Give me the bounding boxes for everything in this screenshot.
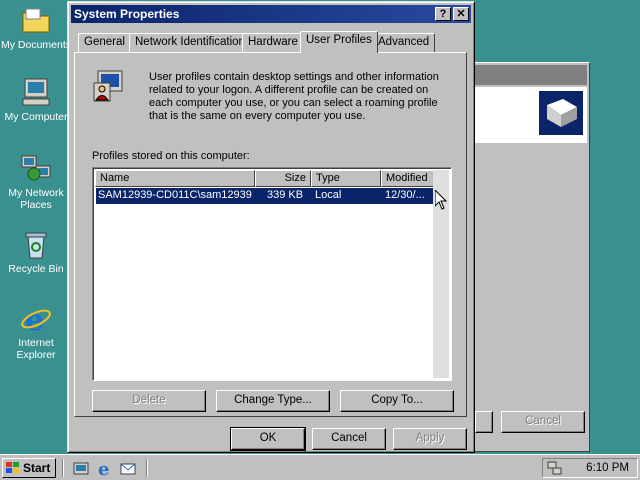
- desktop-icon-recycle-bin[interactable]: Recycle Bin: [0, 228, 72, 275]
- svg-text:e: e: [25, 303, 44, 334]
- cancel-button[interactable]: Cancel: [312, 428, 386, 450]
- tab-advanced[interactable]: Advanced: [372, 33, 436, 52]
- start-button[interactable]: Start: [2, 458, 56, 478]
- network-tray-icon[interactable]: [547, 460, 563, 476]
- desktop-icon-my-documents[interactable]: My Documents: [0, 4, 72, 51]
- dialog-title: System Properties: [74, 7, 180, 21]
- background-window[interactable]: A Cancel: [470, 62, 590, 452]
- internet-explorer-icon: e: [20, 302, 52, 338]
- help-button[interactable]: ?: [435, 7, 451, 21]
- background-window-cancel-button[interactable]: Cancel: [501, 411, 585, 433]
- profile-size-cell: 339 KB: [267, 189, 304, 201]
- ok-button[interactable]: OK: [230, 427, 306, 451]
- system-properties-dialog[interactable]: System Properties ? ✕ General Network Id…: [67, 1, 475, 453]
- dialog-titlebar[interactable]: System Properties ? ✕: [71, 5, 471, 23]
- outlook-express-icon[interactable]: [119, 459, 137, 477]
- desktop-icon-label: My Documents: [0, 39, 72, 51]
- delete-button[interactable]: Delete: [92, 390, 206, 412]
- desktop-icon-label: My Network Places: [8, 187, 64, 211]
- apply-button[interactable]: Apply: [393, 428, 467, 450]
- internet-explorer-quicklaunch-icon[interactable]: e: [96, 459, 114, 480]
- tab-general[interactable]: General: [78, 33, 131, 52]
- desktop-icon-label: Internet Explorer: [16, 337, 56, 361]
- profile-modified-cell: 12/30/...: [385, 189, 425, 201]
- computer-icon: [20, 76, 52, 108]
- desktop-icon-label: Recycle Bin: [8, 263, 64, 275]
- start-label: Start: [23, 461, 51, 475]
- profile-name-cell: SAM12939-CD011C\sam12939: [98, 189, 252, 201]
- network-icon: [20, 152, 52, 184]
- user-profiles-icon: [92, 69, 126, 103]
- windows-logo-icon: [6, 462, 20, 474]
- system-tray: 6:10 PM: [542, 458, 638, 478]
- tab-network-identification[interactable]: Network Identification: [129, 33, 251, 52]
- recycle-bin-icon: [20, 228, 52, 260]
- tab-user-profiles[interactable]: User Profiles: [300, 31, 378, 53]
- svg-text:e: e: [98, 459, 109, 477]
- taskbar-separator: [62, 459, 64, 477]
- close-button[interactable]: ✕: [453, 7, 469, 21]
- profiles-list[interactable]: Name Size Type Modified SAM12939-CD011C\…: [92, 167, 452, 381]
- desktop-icon-label: My Computer: [4, 111, 68, 123]
- user-profiles-panel: User profiles contain desktop settings a…: [74, 52, 467, 417]
- desktop-icon-my-network-places[interactable]: My Network Places: [0, 152, 72, 211]
- column-header-modified[interactable]: Modified: [381, 170, 437, 187]
- column-header-size[interactable]: Size: [255, 170, 311, 187]
- clock[interactable]: 6:10 PM: [586, 462, 629, 474]
- background-window-titlebar[interactable]: [473, 65, 587, 85]
- column-header-type[interactable]: Type: [311, 170, 381, 187]
- table-row[interactable]: SAM12939-CD011C\sam12939 339 KB Local 12…: [96, 188, 433, 204]
- desktop-icon-my-computer[interactable]: My Computer: [0, 76, 72, 123]
- show-desktop-icon[interactable]: [72, 459, 90, 477]
- background-window-panel: [475, 87, 587, 143]
- background-window-button[interactable]: A: [475, 411, 493, 433]
- profiles-label: Profiles stored on this computer:: [92, 150, 250, 162]
- folder-icon: [20, 4, 52, 36]
- change-type-button[interactable]: Change Type...: [216, 390, 330, 412]
- column-header-name[interactable]: Name: [95, 170, 255, 187]
- copy-to-button[interactable]: Copy To...: [340, 390, 454, 412]
- taskbar-separator: [146, 459, 148, 477]
- taskbar: Start e 6:10 PM: [0, 454, 640, 480]
- hardware-icon: [537, 89, 585, 137]
- intro-text: User profiles contain desktop settings a…: [149, 71, 439, 122]
- desktop-icon-internet-explorer[interactable]: e Internet Explorer: [0, 302, 72, 361]
- mouse-cursor-icon: [434, 188, 448, 210]
- list-header: Name Size Type Modified: [95, 170, 449, 187]
- profile-type-cell: Local: [315, 189, 342, 201]
- tab-hardware[interactable]: Hardware: [242, 33, 304, 52]
